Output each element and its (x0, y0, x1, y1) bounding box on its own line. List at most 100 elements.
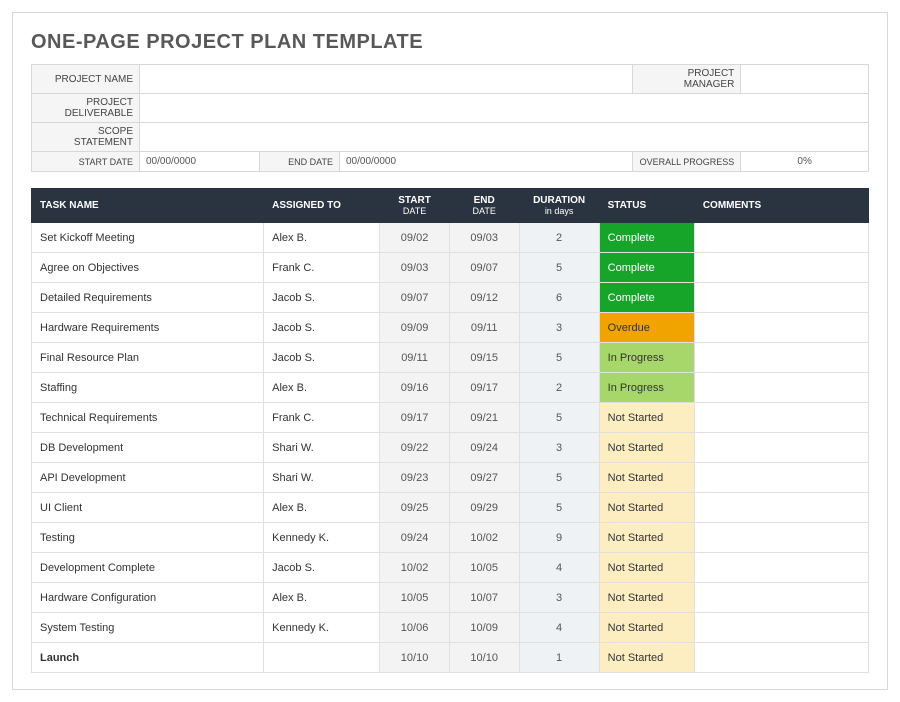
task-end[interactable]: 09/15 (449, 343, 519, 373)
task-name[interactable]: Technical Requirements (32, 403, 264, 433)
task-status[interactable]: In Progress (599, 343, 694, 373)
task-assigned[interactable]: Alex B. (264, 373, 380, 403)
task-assigned[interactable]: Frank C. (264, 403, 380, 433)
task-name[interactable]: API Development (32, 463, 264, 493)
task-status[interactable]: Not Started (599, 583, 694, 613)
task-comments[interactable] (694, 283, 868, 313)
task-start[interactable]: 09/11 (380, 343, 450, 373)
task-start[interactable]: 09/22 (380, 433, 450, 463)
scope-label: SCOPE STATEMENT (32, 123, 140, 152)
task-status[interactable]: Not Started (599, 463, 694, 493)
task-status[interactable]: In Progress (599, 373, 694, 403)
task-assigned[interactable]: Alex B. (264, 583, 380, 613)
scope-value[interactable] (140, 123, 869, 152)
task-status[interactable]: Not Started (599, 643, 694, 673)
task-end[interactable]: 09/17 (449, 373, 519, 403)
task-end[interactable]: 09/07 (449, 253, 519, 283)
task-start[interactable]: 09/25 (380, 493, 450, 523)
task-comments[interactable] (694, 583, 868, 613)
task-comments[interactable] (694, 463, 868, 493)
task-comments[interactable] (694, 343, 868, 373)
task-end[interactable]: 09/21 (449, 403, 519, 433)
task-name[interactable]: Hardware Configuration (32, 583, 264, 613)
task-assigned[interactable] (264, 643, 380, 673)
task-name[interactable]: Hardware Requirements (32, 313, 264, 343)
task-assigned[interactable]: Frank C. (264, 253, 380, 283)
task-comments[interactable] (694, 643, 868, 673)
task-comments[interactable] (694, 523, 868, 553)
task-status[interactable]: Complete (599, 283, 694, 313)
task-status[interactable]: Overdue (599, 313, 694, 343)
overall-progress-label: OVERALL PROGRESS (633, 152, 741, 172)
task-status[interactable]: Not Started (599, 523, 694, 553)
start-date-value[interactable]: 00/00/0000 (140, 152, 260, 172)
task-end[interactable]: 10/07 (449, 583, 519, 613)
task-assigned[interactable]: Kennedy K. (264, 523, 380, 553)
task-assigned[interactable]: Alex B. (264, 223, 380, 253)
task-end[interactable]: 09/24 (449, 433, 519, 463)
task-status[interactable]: Not Started (599, 613, 694, 643)
task-status[interactable]: Complete (599, 253, 694, 283)
task-end[interactable]: 09/03 (449, 223, 519, 253)
task-end[interactable]: 10/10 (449, 643, 519, 673)
task-status[interactable]: Not Started (599, 433, 694, 463)
task-comments[interactable] (694, 613, 868, 643)
end-date-value[interactable]: 00/00/0000 (340, 152, 633, 172)
task-start[interactable]: 10/02 (380, 553, 450, 583)
task-start[interactable]: 10/05 (380, 583, 450, 613)
task-assigned[interactable]: Jacob S. (264, 553, 380, 583)
task-comments[interactable] (694, 373, 868, 403)
deliverable-value[interactable] (140, 94, 869, 123)
task-status[interactable]: Not Started (599, 403, 694, 433)
task-name[interactable]: System Testing (32, 613, 264, 643)
task-assigned[interactable]: Shari W. (264, 463, 380, 493)
task-name[interactable]: Detailed Requirements (32, 283, 264, 313)
task-name[interactable]: Development Complete (32, 553, 264, 583)
task-end[interactable]: 09/29 (449, 493, 519, 523)
task-name[interactable]: Testing (32, 523, 264, 553)
task-assigned[interactable]: Jacob S. (264, 283, 380, 313)
task-end[interactable]: 09/12 (449, 283, 519, 313)
task-start[interactable]: 09/09 (380, 313, 450, 343)
table-row: Agree on ObjectivesFrank C.09/0309/075Co… (32, 253, 869, 283)
task-end[interactable]: 09/27 (449, 463, 519, 493)
task-status[interactable]: Not Started (599, 493, 694, 523)
task-start[interactable]: 10/06 (380, 613, 450, 643)
task-end[interactable]: 10/05 (449, 553, 519, 583)
task-comments[interactable] (694, 253, 868, 283)
task-comments[interactable] (694, 313, 868, 343)
task-end[interactable]: 10/02 (449, 523, 519, 553)
task-name[interactable]: DB Development (32, 433, 264, 463)
task-assigned[interactable]: Alex B. (264, 493, 380, 523)
task-start[interactable]: 09/02 (380, 223, 450, 253)
task-start[interactable]: 09/17 (380, 403, 450, 433)
task-start[interactable]: 09/24 (380, 523, 450, 553)
project-manager-value[interactable] (741, 65, 869, 94)
task-start[interactable]: 10/10 (380, 643, 450, 673)
task-start[interactable]: 09/03 (380, 253, 450, 283)
task-start[interactable]: 09/23 (380, 463, 450, 493)
task-name[interactable]: Set Kickoff Meeting (32, 223, 264, 253)
task-comments[interactable] (694, 493, 868, 523)
task-name[interactable]: Agree on Objectives (32, 253, 264, 283)
task-start[interactable]: 09/16 (380, 373, 450, 403)
task-assigned[interactable]: Jacob S. (264, 343, 380, 373)
task-comments[interactable] (694, 433, 868, 463)
task-assigned[interactable]: Jacob S. (264, 313, 380, 343)
task-name[interactable]: Final Resource Plan (32, 343, 264, 373)
task-comments[interactable] (694, 403, 868, 433)
task-comments[interactable] (694, 223, 868, 253)
task-assigned[interactable]: Kennedy K. (264, 613, 380, 643)
task-duration: 5 (519, 253, 599, 283)
task-status[interactable]: Not Started (599, 553, 694, 583)
task-name[interactable]: Launch (32, 643, 264, 673)
task-end[interactable]: 09/11 (449, 313, 519, 343)
task-assigned[interactable]: Shari W. (264, 433, 380, 463)
task-start[interactable]: 09/07 (380, 283, 450, 313)
task-end[interactable]: 10/09 (449, 613, 519, 643)
project-name-value[interactable] (140, 65, 633, 94)
task-status[interactable]: Complete (599, 223, 694, 253)
task-name[interactable]: Staffing (32, 373, 264, 403)
task-comments[interactable] (694, 553, 868, 583)
task-name[interactable]: UI Client (32, 493, 264, 523)
